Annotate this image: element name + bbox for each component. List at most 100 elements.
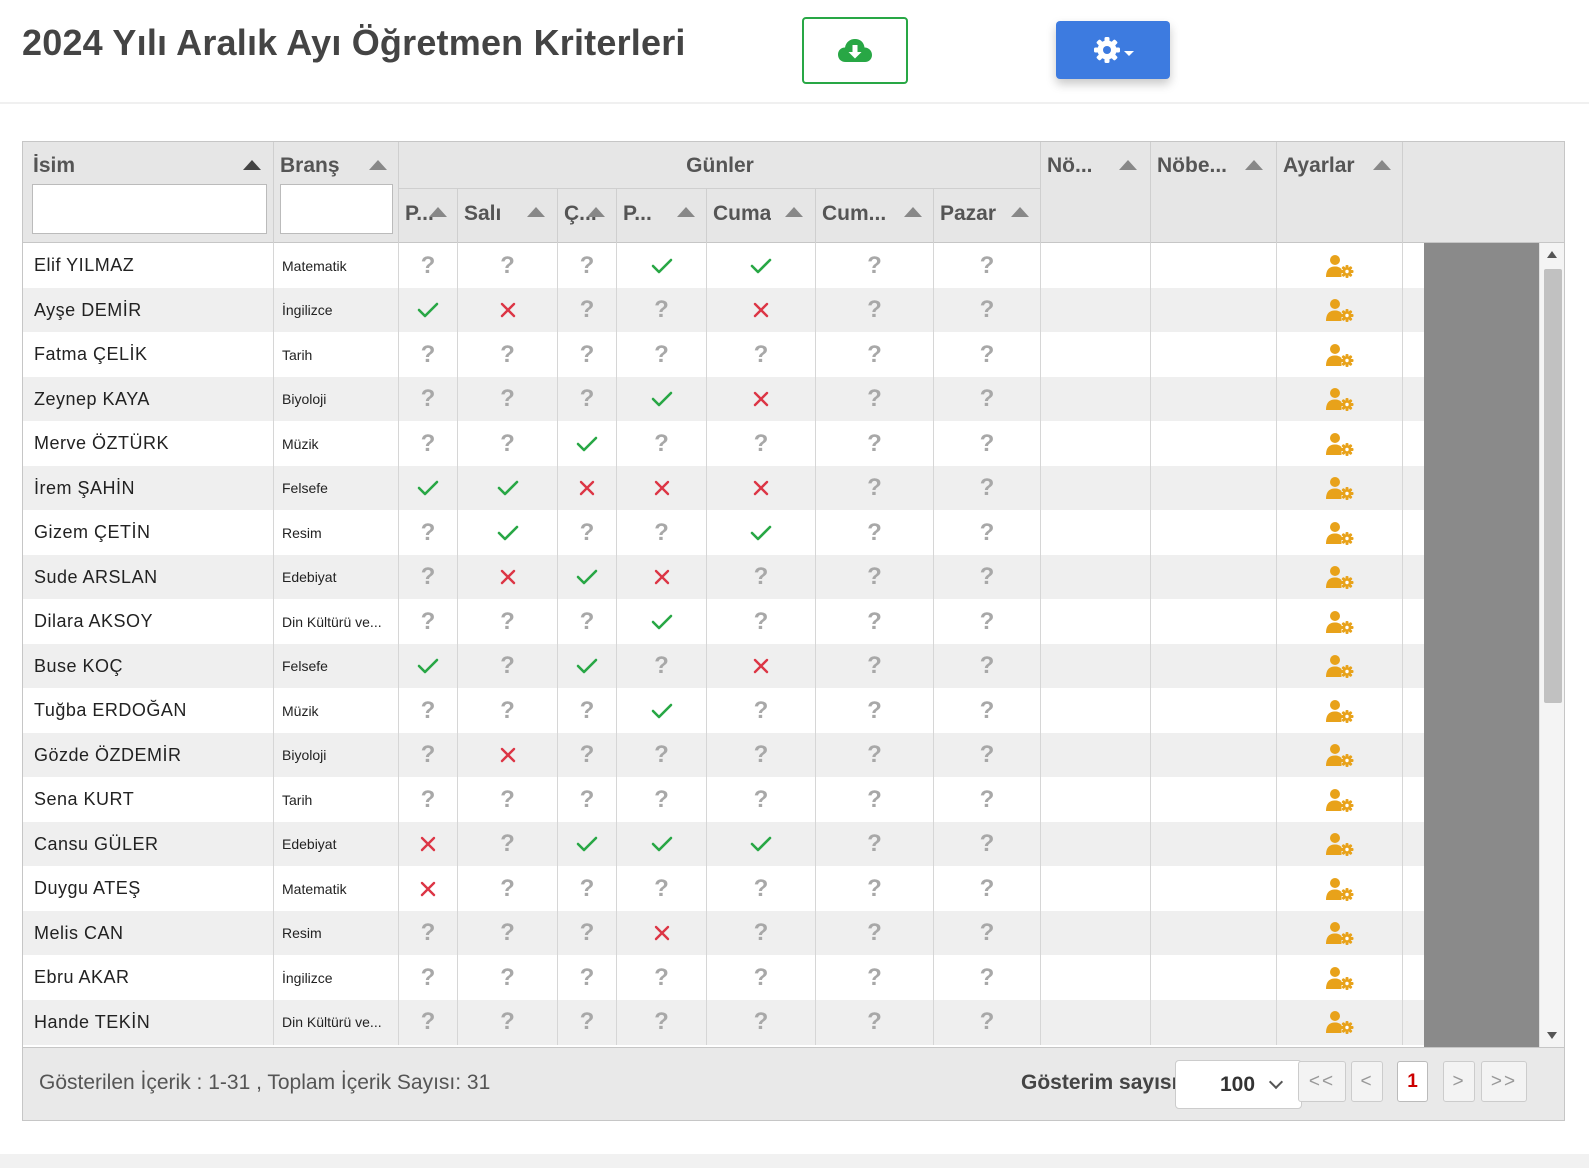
day-status-pazartesi[interactable]: ? bbox=[399, 554, 458, 600]
last-page-button[interactable]: >> bbox=[1481, 1061, 1527, 1102]
table-row[interactable]: Elif YILMAZ Matematik????? bbox=[23, 243, 1424, 288]
day-status-persembe[interactable]: ? bbox=[617, 332, 707, 377]
day-status-cumartesi[interactable]: ? bbox=[816, 376, 934, 422]
day-status-persembe[interactable] bbox=[617, 599, 707, 644]
day-status-pazartesi[interactable] bbox=[399, 465, 458, 511]
day-status-carsamba[interactable]: ? bbox=[558, 999, 617, 1045]
row-settings-button[interactable] bbox=[1277, 421, 1403, 466]
day-status-pazartesi[interactable] bbox=[399, 866, 458, 911]
day-status-pazartesi[interactable]: ? bbox=[399, 999, 458, 1045]
day-status-sali[interactable]: ? bbox=[458, 599, 558, 644]
download-button[interactable] bbox=[802, 17, 908, 84]
settings-dropdown-button[interactable] bbox=[1056, 21, 1170, 79]
current-page-button[interactable]: 1 bbox=[1397, 1061, 1428, 1102]
day-status-cuma[interactable] bbox=[707, 243, 816, 288]
day-status-cuma[interactable]: ? bbox=[707, 866, 816, 911]
day-status-pazar[interactable]: ? bbox=[934, 332, 1041, 377]
day-status-persembe[interactable]: ? bbox=[617, 643, 707, 689]
table-row[interactable]: Ayşe DEMİR İngilizce???? bbox=[23, 287, 1424, 333]
column-header-cumartesi[interactable]: Cum... bbox=[816, 189, 934, 243]
table-row[interactable]: İrem ŞAHİN Felsefe?? bbox=[23, 465, 1424, 511]
day-status-cuma[interactable] bbox=[707, 821, 816, 867]
row-settings-button[interactable] bbox=[1277, 688, 1403, 733]
day-status-cuma[interactable] bbox=[707, 376, 816, 422]
table-row[interactable]: Merve ÖZTÜRK Müzik?????? bbox=[23, 421, 1424, 466]
day-status-sali[interactable]: ? bbox=[458, 421, 558, 466]
table-row[interactable]: Buse KOÇ Felsefe???? bbox=[23, 643, 1424, 689]
day-status-cuma[interactable]: ? bbox=[707, 910, 816, 956]
isim-filter-input[interactable] bbox=[32, 184, 267, 234]
day-status-cumartesi[interactable]: ? bbox=[816, 866, 934, 911]
column-header-persembe[interactable]: P... bbox=[617, 189, 707, 243]
day-status-persembe[interactable] bbox=[617, 910, 707, 956]
day-status-cumartesi[interactable]: ? bbox=[816, 910, 934, 956]
day-status-cumartesi[interactable]: ? bbox=[816, 287, 934, 333]
day-status-pazar[interactable]: ? bbox=[934, 599, 1041, 644]
day-status-pazar[interactable]: ? bbox=[934, 999, 1041, 1045]
sort-icon[interactable] bbox=[369, 160, 387, 170]
day-status-pazartesi[interactable]: ? bbox=[399, 332, 458, 377]
day-status-persembe[interactable]: ? bbox=[617, 999, 707, 1045]
day-status-persembe[interactable] bbox=[617, 243, 707, 288]
day-status-pazartesi[interactable] bbox=[399, 287, 458, 333]
day-status-sali[interactable]: ? bbox=[458, 332, 558, 377]
day-status-sali[interactable] bbox=[458, 465, 558, 511]
column-header-nobet-1[interactable]: Nö... bbox=[1041, 142, 1151, 243]
day-status-pazar[interactable]: ? bbox=[934, 643, 1041, 689]
day-status-persembe[interactable]: ? bbox=[617, 955, 707, 1000]
day-status-carsamba[interactable]: ? bbox=[558, 510, 617, 555]
day-status-cuma[interactable]: ? bbox=[707, 955, 816, 1000]
day-status-pazartesi[interactable]: ? bbox=[399, 376, 458, 422]
day-status-cumartesi[interactable]: ? bbox=[816, 643, 934, 689]
day-status-carsamba[interactable]: ? bbox=[558, 910, 617, 956]
day-status-persembe[interactable] bbox=[617, 465, 707, 511]
day-status-carsamba[interactable] bbox=[558, 821, 617, 867]
day-status-persembe[interactable] bbox=[617, 376, 707, 422]
day-status-cumartesi[interactable]: ? bbox=[816, 821, 934, 867]
first-page-button[interactable]: << bbox=[1298, 1061, 1346, 1102]
day-status-persembe[interactable] bbox=[617, 688, 707, 733]
day-status-sali[interactable]: ? bbox=[458, 866, 558, 911]
day-status-carsamba[interactable]: ? bbox=[558, 777, 617, 822]
day-status-carsamba[interactable]: ? bbox=[558, 599, 617, 644]
table-row[interactable]: Dilara AKSOY Din Kültürü ve...?????? bbox=[23, 599, 1424, 644]
day-status-persembe[interactable]: ? bbox=[617, 287, 707, 333]
column-header-pazar[interactable]: Pazar bbox=[934, 189, 1041, 243]
sort-icon[interactable] bbox=[1245, 160, 1263, 170]
day-status-sali[interactable] bbox=[458, 554, 558, 600]
column-header-brans[interactable]: Branş bbox=[274, 142, 399, 243]
row-settings-button[interactable] bbox=[1277, 732, 1403, 778]
day-status-cuma[interactable]: ? bbox=[707, 421, 816, 466]
day-status-sali[interactable]: ? bbox=[458, 910, 558, 956]
day-status-sali[interactable]: ? bbox=[458, 955, 558, 1000]
day-status-cuma[interactable]: ? bbox=[707, 554, 816, 600]
day-status-pazar[interactable]: ? bbox=[934, 688, 1041, 733]
day-status-sali[interactable] bbox=[458, 287, 558, 333]
day-status-pazar[interactable]: ? bbox=[934, 910, 1041, 956]
day-status-pazar[interactable]: ? bbox=[934, 421, 1041, 466]
day-status-pazar[interactable]: ? bbox=[934, 287, 1041, 333]
table-row[interactable]: Sude ARSLAN Edebiyat???? bbox=[23, 554, 1424, 600]
day-status-cumartesi[interactable]: ? bbox=[816, 465, 934, 511]
row-settings-button[interactable] bbox=[1277, 955, 1403, 1000]
day-status-persembe[interactable] bbox=[617, 554, 707, 600]
day-status-cumartesi[interactable]: ? bbox=[816, 955, 934, 1000]
day-status-cuma[interactable] bbox=[707, 510, 816, 555]
row-settings-button[interactable] bbox=[1277, 554, 1403, 600]
day-status-persembe[interactable]: ? bbox=[617, 732, 707, 778]
vertical-scrollbar[interactable] bbox=[1539, 243, 1564, 1047]
day-status-cumartesi[interactable]: ? bbox=[816, 599, 934, 644]
day-status-persembe[interactable] bbox=[617, 821, 707, 867]
day-status-pazartesi[interactable] bbox=[399, 643, 458, 689]
scroll-down-arrow-icon[interactable] bbox=[1547, 1032, 1557, 1039]
sort-icon[interactable] bbox=[1119, 160, 1137, 170]
day-status-pazar[interactable]: ? bbox=[934, 732, 1041, 778]
scrollbar-thumb[interactable] bbox=[1544, 269, 1562, 703]
day-status-sali[interactable]: ? bbox=[458, 243, 558, 288]
day-status-pazartesi[interactable]: ? bbox=[399, 243, 458, 288]
day-status-pazartesi[interactable]: ? bbox=[399, 599, 458, 644]
day-status-pazartesi[interactable]: ? bbox=[399, 732, 458, 778]
row-settings-button[interactable] bbox=[1277, 465, 1403, 511]
day-status-sali[interactable]: ? bbox=[458, 376, 558, 422]
day-status-pazartesi[interactable] bbox=[399, 821, 458, 867]
